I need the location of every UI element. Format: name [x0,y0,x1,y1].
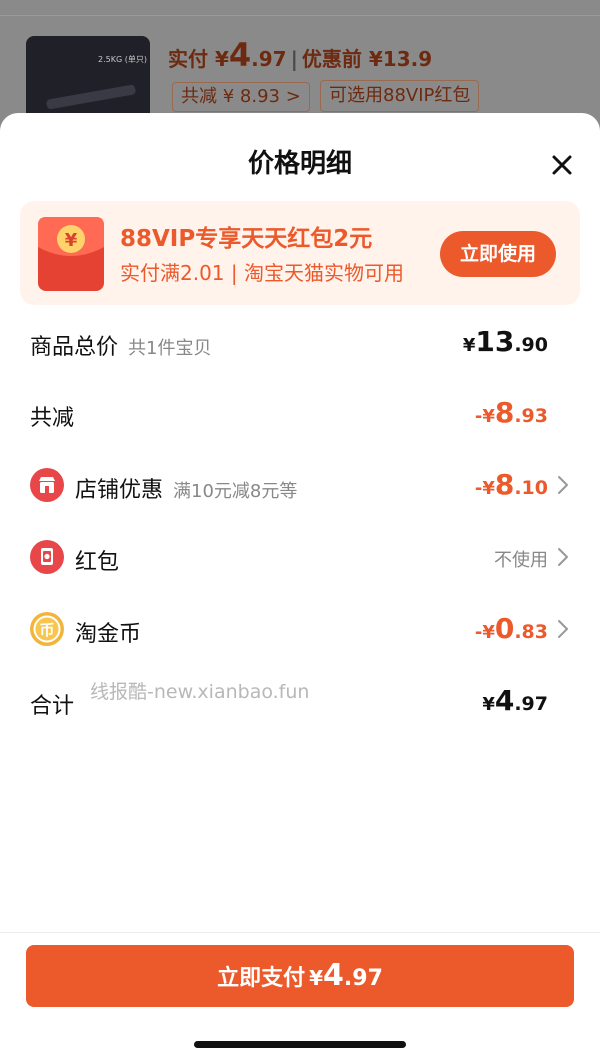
background-price-label: 实付 ¥ [168,47,229,71]
discount-int: 8 [494,396,515,429]
dumbbell-image [45,84,137,110]
sum-currency: ¥ [482,694,495,715]
background-vip-tag: 可选用88VIP红包 [320,80,480,112]
pay-now-button[interactable]: 立即支付 ¥4.97 [26,945,574,1007]
taojinbi-label: 淘金币 [75,622,142,647]
total-goods-int: 13 [475,325,515,358]
shop-discount-value: -¥8.10 [475,468,548,501]
background-price: 实付 ¥4.97 | 优惠前 ¥13.9 [168,36,432,74]
discount-dec: .93 [514,405,548,427]
redpacket-value: 不使用 [494,550,548,571]
total-goods-count: 共1件宝贝 [128,338,212,359]
red-envelope-icon: ¥ [38,217,104,291]
row-redpacket[interactable]: 红包 不使用 [0,528,600,588]
background-price-separator: | [290,47,298,71]
pay-label: 立即支付 [217,966,306,991]
row-taojinbi[interactable]: 币 淘金币 -¥0.83 [0,600,600,660]
shop-discount-dec: .10 [514,477,548,499]
sum-dec: .97 [514,693,548,715]
total-goods-value: ¥13.90 [463,325,548,358]
background-before-price: 优惠前 ¥13.9 [301,47,433,71]
background-price-dec: .97 [251,47,287,71]
discount-value: -¥8.93 [475,396,548,429]
background-price-int: 4 [228,36,252,74]
coin-icon: 币 [30,612,64,646]
close-icon [552,155,572,175]
discount-currency: -¥ [474,406,495,427]
row-shop-discount-label: 店铺优惠 满10元减8元等 [75,472,297,504]
chevron-right-icon [558,476,568,494]
bottom-divider [0,932,600,933]
use-now-button[interactable]: 立即使用 [440,231,556,277]
discount-label: 共减 [30,406,75,431]
price-detail-sheet: 价格明细 ¥ 88VIP专享天天红包2元 实付满2.01 | 淘宝天猫实物可用 … [0,113,600,1060]
shop-discount-rule: 满10元减8元等 [173,481,298,502]
background-divider [0,15,600,16]
sum-value: ¥4.97 [482,684,548,717]
sheet-title: 价格明细 [247,149,352,179]
taojinbi-dec: .83 [514,621,548,643]
row-total-goods: 商品总价 共1件宝贝 ¥13.90 [0,313,600,373]
taojinbi-int: 0 [494,612,515,645]
row-total-goods-label: 商品总价 共1件宝贝 [30,329,211,361]
pay-dec: .97 [343,966,383,991]
total-goods-dec: .90 [514,334,548,356]
taojinbi-currency: -¥ [474,622,495,643]
sum-label: 合计 [30,694,75,719]
promo-title: 88VIP专享天天红包2元 [120,226,373,252]
row-discount: 共减 -¥8.93 [0,384,600,444]
total-goods-label: 商品总价 [30,335,119,360]
coin-glyph: 币 [39,621,54,639]
shop-discount-int: 8 [494,468,515,501]
total-goods-currency: ¥ [462,335,476,356]
pay-int: 4 [323,958,344,993]
taojinbi-value: -¥0.83 [475,612,548,645]
promo-subtitle: 实付满2.01 | 淘宝天猫实物可用 [120,261,404,285]
redpacket-icon [30,540,64,574]
row-shop-discount[interactable]: 店铺优惠 满10元减8元等 -¥8.10 [0,456,600,516]
home-indicator[interactable] [194,1041,406,1048]
watermark-text: 线报酷-new.xianbao.fun [90,681,310,703]
close-button[interactable] [546,149,578,181]
chevron-right-icon [558,620,568,638]
product-thumbnail-label: 2.5KG (单只) [98,55,147,64]
chevron-right-icon [558,548,568,566]
shop-discount-currency: -¥ [474,478,495,499]
sum-int: 4 [494,684,515,717]
vip-redpacket-card: ¥ 88VIP专享天天红包2元 实付满2.01 | 淘宝天猫实物可用 立即使用 [20,201,580,305]
shop-icon [30,468,64,502]
background-discount-tag: 共减 ¥ 8.93 > [172,82,310,112]
redpacket-label: 红包 [75,550,120,575]
shop-discount-label: 店铺优惠 [75,478,164,503]
pay-currency: ¥ [309,966,324,990]
red-envelope-glyph: ¥ [65,230,78,251]
